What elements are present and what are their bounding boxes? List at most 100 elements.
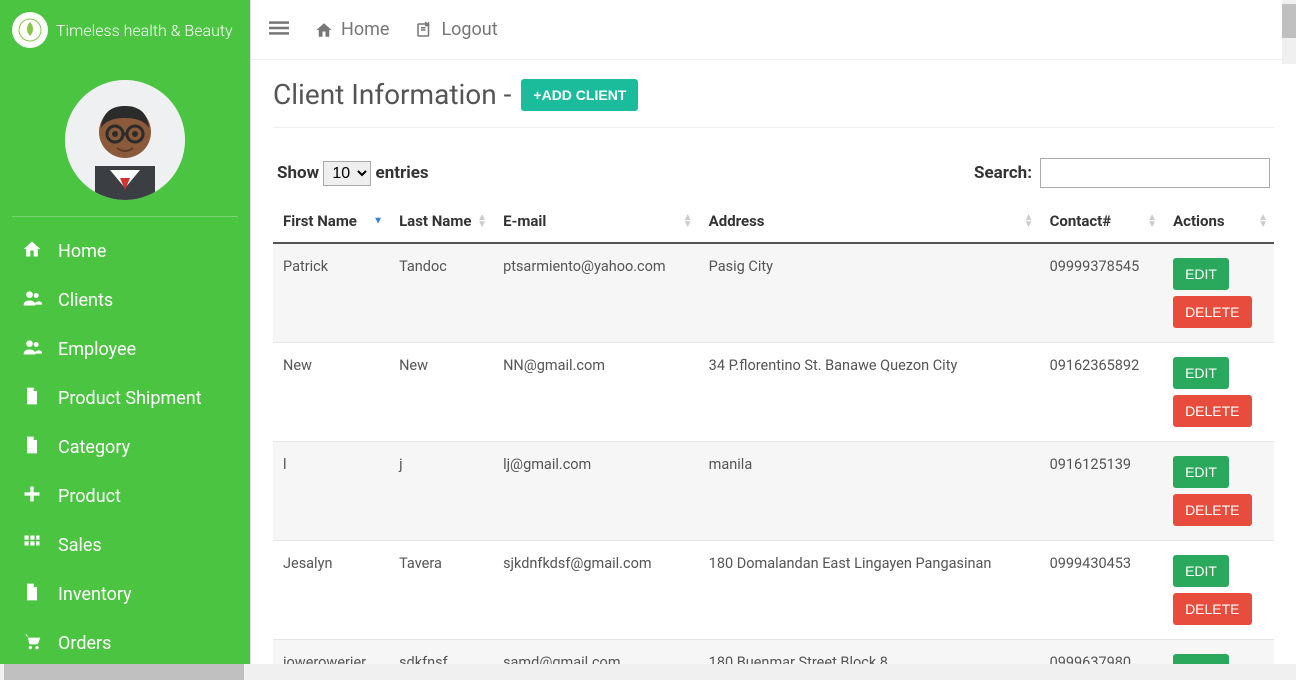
nav-logout-link[interactable]: Logout [415,19,497,40]
brand-logo [12,12,48,48]
sidebar-divider [12,216,238,217]
topbar: Home Logout [251,0,1296,60]
file-icon [22,435,58,460]
sidebar-item-product[interactable]: Product [0,472,250,521]
sidebar-item-sales[interactable]: Sales [0,521,250,570]
grid-icon [22,533,58,558]
cell-contact: 0999430453 [1040,541,1163,640]
cell-first-name: Patrick [273,243,389,343]
col-last-name[interactable]: Last Name▲▼ [389,200,493,243]
cell-last-name: Tandoc [389,243,493,343]
cell-last-name: New [389,343,493,442]
cell-actions: EDIT DELETE [1163,442,1274,541]
title-divider [273,127,1274,128]
sidebar-item-label: Product [58,486,121,507]
menu-toggle-icon[interactable] [269,18,289,42]
logout-icon [415,21,433,39]
cell-actions: EDIT DELETE [1163,343,1274,442]
edit-button[interactable]: EDIT [1173,357,1229,389]
show-label-post: entries [376,163,429,183]
page-size-select[interactable]: 10 [323,161,371,186]
sidebar-item-clients[interactable]: Clients [0,276,250,325]
plus-icon [22,484,58,509]
avatar [65,80,185,200]
table-row: ljlj@gmail.commanila0916125139EDITDELETE [273,442,1274,541]
sidebar-item-inventory[interactable]: Inventory [0,570,250,619]
sidebar-item-category[interactable]: Category [0,423,250,472]
cell-first-name: l [273,442,389,541]
nav-home-label: Home [341,19,389,40]
nav-home-link[interactable]: Home [315,19,389,40]
show-label-pre: Show [277,163,319,183]
col-contact[interactable]: Contact#▲▼ [1040,200,1163,243]
content: Client Information - +ADD CLIENT Show 10… [251,60,1296,680]
delete-button[interactable]: DELETE [1173,296,1251,328]
sort-icon: ▲▼ [683,214,693,228]
sidebar-item-product-shipment[interactable]: Product Shipment [0,374,250,423]
sidebar-header: Timeless health & Beauty [0,0,250,60]
cell-first-name: Jesalyn [273,541,389,640]
sidebar-item-label: Product Shipment [58,388,202,409]
sidebar-item-label: Sales [58,535,102,556]
sidebar-item-label: Inventory [58,584,132,605]
search-input[interactable] [1040,158,1270,188]
sort-icon: ▲▼ [1024,214,1034,228]
add-client-button[interactable]: +ADD CLIENT [521,79,638,111]
window-scrollbar-vertical[interactable] [1282,0,1296,64]
delete-button[interactable]: DELETE [1173,395,1251,427]
cell-contact: 0916125139 [1040,442,1163,541]
table-row: NewNewNN@gmail.com34 P.florentino St. Ba… [273,343,1274,442]
cell-actions: EDIT DELETE [1163,541,1274,640]
cell-last-name: Tavera [389,541,493,640]
col-actions[interactable]: Actions▲▼ [1163,200,1274,243]
avatar-wrap [0,66,250,210]
sidebar-item-label: Orders [58,633,111,654]
col-email[interactable]: E-mail▲▼ [493,200,699,243]
edit-button[interactable]: EDIT [1173,555,1229,587]
clients-table: First Name▼ Last Name▲▼ E-mail▲▼ Address… [273,200,1274,680]
cart-icon [22,631,58,656]
home-icon [22,239,58,264]
sidebar-nav: Home Clients Employee Product Shipment Categ… [0,223,250,672]
page-title: Client Information - [273,78,511,111]
nav-logout-label: Logout [441,19,497,40]
cell-email: NN@gmail.com [493,343,699,442]
sort-icon: ▲▼ [1147,214,1157,228]
cell-address: Pasig City [699,243,1040,343]
cell-actions: EDIT DELETE [1163,243,1274,343]
users-icon [22,288,58,313]
sidebar: Timeless health & Beauty [0,0,250,680]
col-address[interactable]: Address▲▼ [699,200,1040,243]
sidebar-item-label: Home [58,241,106,262]
sort-icon: ▲▼ [1258,214,1268,228]
entries-control: Show 10 entries [277,161,429,186]
search-label: Search: [974,163,1032,183]
window-scrollbar-horizontal[interactable] [0,664,1296,680]
table-row: PatrickTandocptsarmiento@yahoo.comPasig … [273,243,1274,343]
edit-button[interactable]: EDIT [1173,456,1229,488]
delete-button[interactable]: DELETE [1173,494,1251,526]
sidebar-item-home[interactable]: Home [0,227,250,276]
sort-icon: ▲▼ [477,214,487,228]
home-icon [315,21,333,39]
sidebar-item-label: Category [58,437,130,458]
main: Home Logout Client Information - +ADD CL… [250,0,1296,680]
edit-button[interactable]: EDIT [1173,258,1229,290]
file-icon [22,582,58,607]
cell-email: sjkdnfkdsf@gmail.com [493,541,699,640]
cell-contact: 09999378545 [1040,243,1163,343]
table-row: JesalynTaverasjkdnfkdsf@gmail.com180 Dom… [273,541,1274,640]
users-icon [22,337,58,362]
sidebar-item-employee[interactable]: Employee [0,325,250,374]
cell-email: ptsarmiento@yahoo.com [493,243,699,343]
delete-button[interactable]: DELETE [1173,593,1251,625]
cell-contact: 09162365892 [1040,343,1163,442]
cell-address: 180 Domalandan East Lingayen Pangasinan [699,541,1040,640]
brand-title: Timeless health & Beauty [56,21,233,40]
sort-asc-icon: ▼ [373,218,383,225]
sidebar-item-orders[interactable]: Orders [0,619,250,668]
col-first-name[interactable]: First Name▼ [273,200,389,243]
sidebar-item-label: Clients [58,290,113,311]
sidebar-item-label: Employee [58,339,136,360]
cell-address: 34 P.florentino St. Banawe Quezon City [699,343,1040,442]
